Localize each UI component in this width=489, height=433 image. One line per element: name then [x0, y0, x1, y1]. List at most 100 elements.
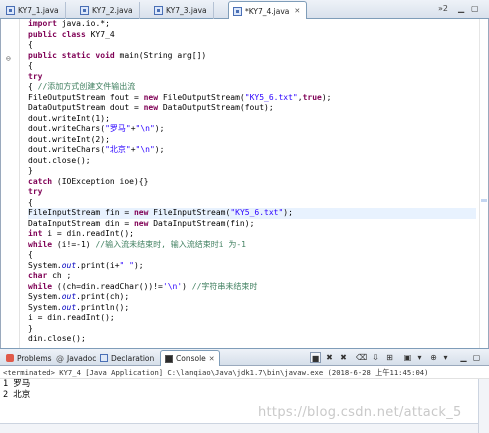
close-icon[interactable]: ✕: [294, 7, 300, 15]
code-keyword: new: [143, 103, 159, 112]
code-line[interactable]: import java.io.*;: [28, 19, 476, 30]
code-text: KY7_4: [85, 29, 115, 39]
code-line[interactable]: public class KY7_4: [28, 30, 476, 41]
display-selected-console-icon[interactable]: ▣: [402, 352, 413, 363]
pin-console-icon[interactable]: ⊞: [384, 352, 395, 363]
minimize-icon[interactable]: ▁: [458, 4, 464, 13]
code-line[interactable]: FileOutputStream fout = new FileOutputSt…: [28, 93, 476, 104]
open-console-icon[interactable]: ⊕: [428, 352, 439, 363]
remove-all-icon[interactable]: ✖: [338, 352, 349, 363]
code-line[interactable]: char ch ;: [28, 271, 476, 282]
code-keyword: new: [133, 208, 149, 217]
scroll-lock-icon[interactable]: ⇩: [370, 352, 381, 363]
dropdown-arrow-icon[interactable]: ▾: [414, 352, 425, 363]
code-line[interactable]: {: [28, 250, 476, 261]
console-icon: [165, 354, 173, 363]
code-line[interactable]: System.out.println();: [28, 303, 476, 314]
code-field: out: [61, 260, 77, 270]
code-line[interactable]: System.out.print(ch);: [28, 292, 476, 303]
java-editor[interactable]: ⊖ import java.io.*; public class KY7_4{pu…: [0, 19, 489, 348]
code-area[interactable]: import java.io.*; public class KY7_4{publ…: [28, 19, 476, 345]
tab-problems-label: Problems: [17, 353, 52, 363]
code-line[interactable]: try: [28, 187, 476, 198]
java-file-icon: [80, 6, 89, 15]
code-keyword: while: [28, 239, 53, 249]
code-text: din.close();: [28, 334, 86, 343]
code-keyword: try: [28, 71, 43, 81]
code-text: ch ;: [47, 271, 72, 280]
code-line[interactable]: {: [28, 198, 476, 209]
minimize-icon[interactable]: ▁: [458, 352, 469, 363]
code-line[interactable]: try: [28, 72, 476, 83]
code-line[interactable]: }: [28, 166, 476, 177]
code-text: }: [28, 166, 33, 175]
code-line[interactable]: dout.writeChars("北京"+"\n");: [28, 145, 476, 156]
code-keyword: true: [302, 92, 322, 102]
editor-tab-bar: KY7_1.java KY7_2.java KY7_3.java *KY7_4.…: [0, 0, 489, 20]
declaration-icon: [100, 354, 108, 362]
code-line[interactable]: din.close();: [28, 334, 476, 345]
code-line-current[interactable]: FileInputStream fin = new FileInputStrea…: [28, 208, 476, 219]
terminate-icon[interactable]: ■: [310, 352, 321, 363]
maximize-icon[interactable]: ▢: [471, 4, 479, 13]
code-line[interactable]: int i = din.readInt();: [28, 229, 476, 240]
tab-ky7-2[interactable]: KY7_2.java: [76, 2, 140, 19]
code-string: "\n": [135, 124, 155, 133]
code-text: .print(i+: [76, 260, 120, 270]
code-text: i = din.readInt();: [28, 313, 115, 322]
code-string: "罗马": [105, 124, 131, 133]
code-line[interactable]: catch (IOException ioe){}: [28, 177, 476, 188]
code-line[interactable]: dout.writeChars("罗马"+"\n");: [28, 124, 476, 135]
code-line[interactable]: i = din.readInt();: [28, 313, 476, 324]
vertical-scrollbar[interactable]: [478, 379, 489, 433]
clear-console-icon[interactable]: ⌫: [356, 352, 367, 363]
code-line[interactable]: {: [28, 40, 476, 51]
console-line: 2 北京: [3, 390, 31, 400]
code-keyword: import: [28, 19, 57, 28]
tab-problems[interactable]: Problems: [2, 350, 56, 366]
code-line[interactable]: while (i!=-1) //输入流未结束时, 输入流结束时i 为-1: [28, 240, 476, 251]
code-keyword: char: [28, 271, 48, 280]
tab-ky7-4[interactable]: *KY7_4.java ✕: [228, 1, 308, 20]
code-text: .println();: [76, 302, 130, 312]
code-line[interactable]: }: [28, 324, 476, 335]
dropdown-arrow-icon[interactable]: ▾: [440, 352, 451, 363]
code-text: (IOException ioe){}: [52, 176, 149, 186]
code-line[interactable]: dout.close();: [28, 156, 476, 167]
code-line[interactable]: {: [28, 61, 476, 72]
code-line[interactable]: while ((ch=din.readChar())!='\n') //字符串未…: [28, 282, 476, 293]
tab-ky7-3[interactable]: KY7_3.java: [150, 2, 214, 19]
code-line[interactable]: DataOutputStream dout = new DataOutputSt…: [28, 103, 476, 114]
code-text: FileInputStream fin =: [28, 208, 134, 217]
tab-ky7-1[interactable]: KY7_1.java: [2, 2, 66, 19]
code-line[interactable]: dout.writeInt(2);: [28, 135, 476, 146]
fold-collapse-icon[interactable]: ⊖: [6, 54, 11, 63]
code-line[interactable]: DataInputStream din = new DataInputStrea…: [28, 219, 476, 230]
tab-javadoc-label: Javadoc: [67, 353, 97, 363]
code-line[interactable]: { //添加方式创建文件输出流: [28, 82, 476, 93]
code-string: "KY5_6.txt": [230, 208, 284, 217]
tab-declaration[interactable]: Declaration: [96, 350, 158, 366]
code-line[interactable]: System.out.print(i+" ");: [28, 261, 476, 272]
code-text: FileOutputStream(: [158, 92, 245, 102]
horizontal-scrollbar[interactable]: [0, 423, 478, 433]
code-line[interactable]: dout.writeInt(1);: [28, 114, 476, 125]
code-text: FileOutputStream fout =: [28, 92, 144, 102]
watermark: https://blog.csdn.net/attack_5: [258, 405, 462, 420]
code-line[interactable]: public static void main(String arg[]): [28, 51, 476, 62]
tab-overflow-indicator[interactable]: »2: [438, 4, 448, 13]
code-text: {: [28, 250, 33, 259]
code-text: dout.writeChars(: [28, 145, 106, 154]
tab-javadoc[interactable]: @ Javadoc: [52, 350, 100, 366]
tab-console[interactable]: Console ✕: [160, 350, 220, 366]
close-icon[interactable]: ✕: [209, 355, 215, 363]
maximize-icon[interactable]: ▢: [471, 352, 482, 363]
code-text: DataOutputStream(fout);: [158, 103, 274, 112]
java-file-icon: [6, 6, 15, 15]
code-comment: //输入流未结束时, 输入流结束时i 为-1: [95, 239, 246, 249]
code-text: dout.writeInt(1);: [28, 113, 110, 123]
code-comment: //字符串未结束时: [191, 281, 258, 291]
remove-launch-icon[interactable]: ✖: [324, 352, 335, 363]
occurrence-marker[interactable]: [481, 199, 487, 202]
code-string: "KY5_6.txt": [244, 92, 298, 102]
